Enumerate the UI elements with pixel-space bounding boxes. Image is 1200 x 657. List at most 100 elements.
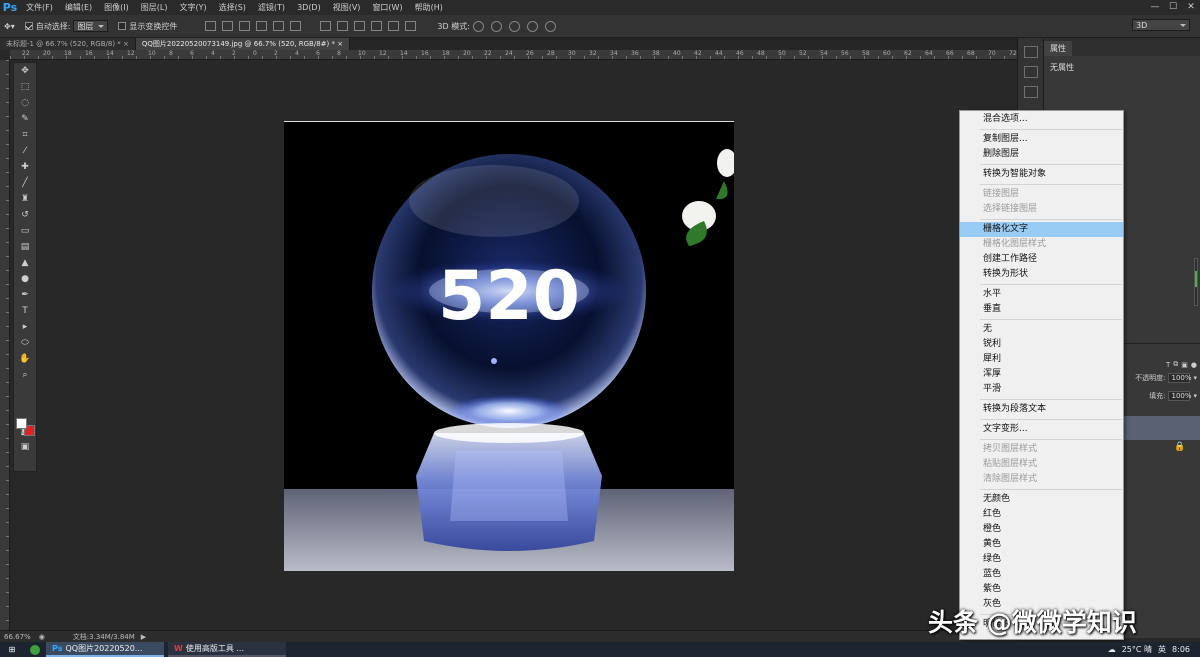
scale-3d-icon[interactable] (544, 20, 556, 32)
zoom-level[interactable]: 66.67% (4, 633, 31, 641)
quick-select-tool[interactable]: ✎ (14, 111, 36, 127)
eyedropper-tool[interactable]: ⁄ (14, 143, 36, 159)
path-select-tool[interactable]: ▸ (14, 319, 36, 335)
context-menu-item[interactable]: 水平 (960, 287, 1123, 302)
ellipse-tool[interactable]: ⬭ (14, 335, 36, 351)
type-tool[interactable]: T (14, 303, 36, 319)
context-menu-item[interactable]: 蓝色 (960, 567, 1123, 582)
lasso-tool[interactable]: ◌ (14, 95, 36, 111)
distribute-right-icon[interactable] (405, 21, 417, 31)
align-hcenter-icon[interactable] (273, 21, 285, 31)
fill-field[interactable]: 100% (1168, 391, 1192, 401)
crop-tool[interactable]: ⌗ (14, 127, 36, 143)
align-left-icon[interactable] (256, 21, 268, 31)
weather-icon[interactable]: ☁ (1108, 645, 1116, 654)
selected-layer-row[interactable] (1122, 416, 1200, 440)
context-menu-item[interactable]: 转换为智能对象 (960, 167, 1123, 182)
align-top-icon[interactable] (205, 21, 217, 31)
slide-3d-icon[interactable] (526, 20, 538, 32)
rotate-3d-icon[interactable] (472, 20, 484, 32)
clone-stamp-tool[interactable]: ♜ (14, 191, 36, 207)
maximize-button[interactable]: ☐ (1164, 0, 1182, 15)
start-button[interactable]: ⊞ (0, 642, 24, 657)
menu-item-10[interactable]: 帮助(H) (409, 0, 449, 15)
distribute-top-icon[interactable] (320, 21, 332, 31)
distribute-hcenter-icon[interactable] (388, 21, 400, 31)
clock[interactable]: 8:06 (1172, 645, 1190, 654)
align-bottom-icon[interactable] (239, 21, 251, 31)
context-menu-item[interactable]: 黄色 (960, 537, 1123, 552)
eraser-tool[interactable]: ▭ (14, 223, 36, 239)
minimize-button[interactable]: — (1146, 0, 1164, 15)
layer-filter-shape-icon[interactable]: ⧉ (1173, 360, 1178, 369)
roll-3d-icon[interactable] (490, 20, 502, 32)
menu-item-3[interactable]: 图层(L) (135, 0, 174, 15)
tab-properties[interactable]: 属性 (1044, 41, 1072, 56)
context-menu-item[interactable]: 垂直 (960, 302, 1123, 317)
brush-preset-icon[interactable] (1023, 66, 1038, 78)
show-transform-checkbox[interactable] (118, 22, 127, 30)
context-menu-item[interactable]: 文字变形... (960, 422, 1123, 437)
layer-filter-smart-icon[interactable]: ▣ (1181, 361, 1188, 369)
context-menu-item[interactable]: 混合选项... (960, 112, 1123, 127)
auto-select-checkbox[interactable] (24, 22, 33, 30)
zoom-tool[interactable]: ⌕ (14, 367, 36, 383)
context-menu-item[interactable]: 紫色 (960, 582, 1123, 597)
context-menu-item[interactable]: 犀利 (960, 352, 1123, 367)
align-right-icon[interactable] (290, 21, 302, 31)
context-menu-item[interactable]: 删除图层 (960, 147, 1123, 162)
history-icon[interactable] (1023, 46, 1038, 58)
status-arrow-icon[interactable]: ▶ (141, 633, 146, 641)
hand-tool[interactable]: ✋ (14, 351, 36, 367)
menu-item-4[interactable]: 文字(Y) (173, 0, 212, 15)
tab-untitled[interactable]: 未标题-1 @ 66.7% (520, RGB/8) * × (0, 38, 136, 50)
context-menu-item[interactable]: 红色 (960, 507, 1123, 522)
context-menu-item[interactable]: 锐利 (960, 337, 1123, 352)
distribute-left-icon[interactable] (371, 21, 383, 31)
weather-text[interactable]: 25°C 晴 (1122, 644, 1152, 655)
document-canvas[interactable]: 520 (284, 121, 734, 571)
adjustments-icon[interactable] (1023, 86, 1038, 98)
fill-dropdown-icon[interactable]: ▾ (1193, 392, 1197, 400)
history-brush-tool[interactable]: ↺ (14, 207, 36, 223)
ruler-vertical[interactable] (0, 60, 10, 630)
app-360-icon[interactable] (24, 642, 46, 657)
task-photoshop[interactable]: Ps QQ图片20220520... (46, 642, 164, 657)
context-menu-item[interactable]: 创建工作路径 (960, 252, 1123, 267)
layer-filter-type-icon[interactable]: T (1166, 361, 1170, 369)
menu-item-1[interactable]: 编辑(E) (59, 0, 98, 15)
show-transform-option[interactable]: 显示变换控件 (118, 21, 177, 32)
gradient-tool[interactable]: ▤ (14, 239, 36, 255)
distribute-vcenter-icon[interactable] (337, 21, 349, 31)
menu-item-6[interactable]: 滤镜(T) (252, 0, 291, 15)
menu-item-5[interactable]: 选择(S) (213, 0, 252, 15)
context-menu-item[interactable]: 转换为形状 (960, 267, 1123, 282)
ruler-horizontal[interactable]: 22 20 18 16 14 12 10 8 6 4 2 0 2 4 6 8 10 12 14 16 18 20 22 24 2… (10, 50, 1017, 60)
context-menu-item[interactable]: 无颜色 (960, 492, 1123, 507)
menu-item-2[interactable]: 图像(I) (98, 0, 135, 15)
screen-mode-button[interactable]: ▣ (14, 439, 36, 455)
move-tool[interactable]: ✥ (14, 63, 36, 79)
auto-select-option[interactable]: 自动选择: 图层 (24, 20, 109, 32)
move-tool-preset[interactable]: ✥▾ (4, 22, 15, 31)
distribute-bottom-icon[interactable] (354, 21, 366, 31)
opacity-field[interactable]: 100% (1168, 373, 1192, 383)
align-vcenter-icon[interactable] (222, 21, 234, 31)
ime-indicator[interactable]: 英 (1158, 644, 1166, 655)
menu-item-7[interactable]: 3D(D) (291, 0, 327, 15)
context-menu-item[interactable]: 浑厚 (960, 367, 1123, 382)
context-menu-item[interactable]: 栅格化文字 (960, 222, 1123, 237)
status-icon[interactable]: ◉ (39, 633, 45, 641)
menu-item-8[interactable]: 视图(V) (327, 0, 367, 15)
context-menu-item[interactable]: 橙色 (960, 522, 1123, 537)
task-tool[interactable]: W 使用高版工具 ... (168, 642, 286, 657)
auto-select-dropdown[interactable]: 图层 (73, 20, 109, 32)
close-button[interactable]: ✕ (1182, 0, 1200, 15)
context-menu-item[interactable]: 复制图层... (960, 132, 1123, 147)
properties-scrollbar[interactable] (1194, 258, 1198, 306)
context-menu-item[interactable]: 无 (960, 322, 1123, 337)
dodge-tool[interactable]: ● (14, 271, 36, 287)
workspace-dropdown[interactable]: 3D (1132, 19, 1190, 31)
opacity-dropdown-icon[interactable]: ▾ (1193, 374, 1197, 382)
healing-tool[interactable]: ✚ (14, 159, 36, 175)
